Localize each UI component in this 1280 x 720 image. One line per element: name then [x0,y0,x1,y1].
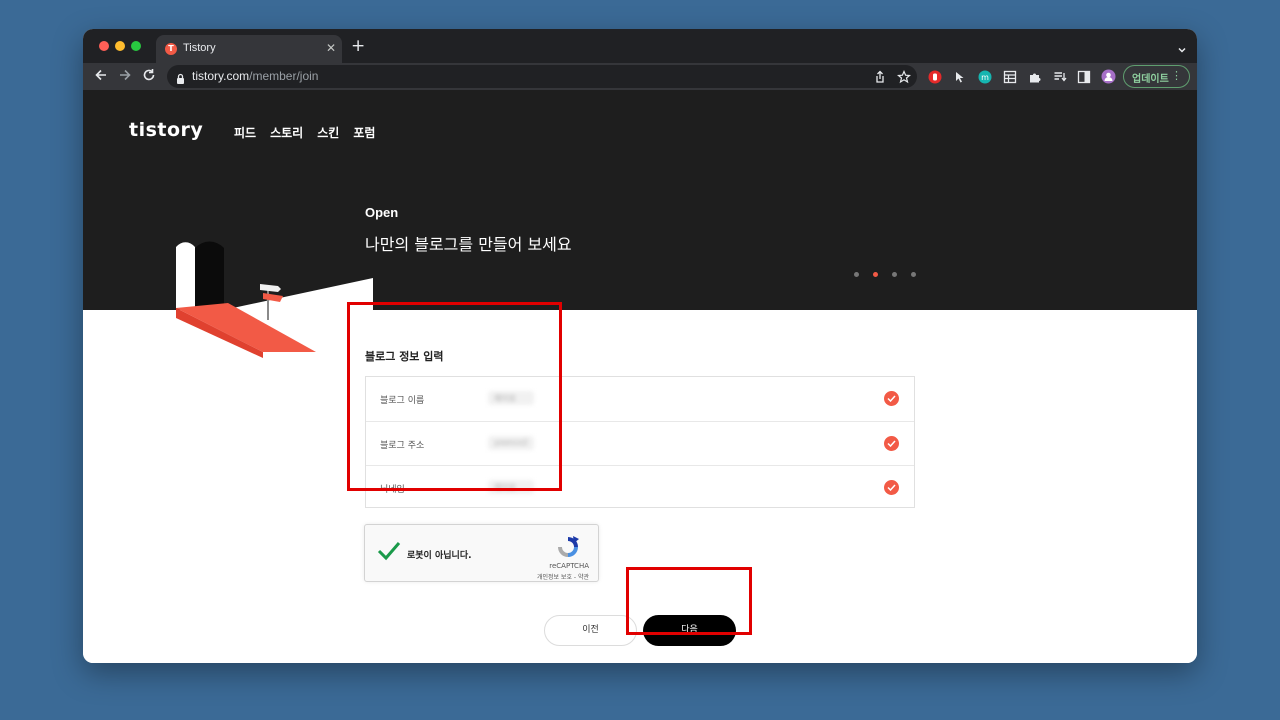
adblock-extension-icon[interactable] [928,69,942,84]
step-dot-active [873,272,878,277]
lock-icon[interactable] [176,70,185,89]
share-icon[interactable] [873,69,887,83]
table-extension-icon[interactable] [1003,69,1017,84]
chevron-down-icon[interactable] [1177,40,1187,59]
new-tab-button[interactable]: + [351,37,365,55]
m-extension-icon[interactable]: m [978,69,992,84]
profile-avatar-icon[interactable] [1101,69,1116,84]
tab-title: Tistory [183,42,216,54]
hero-subtitle: 나만의 블로그를 만들어 보세요 [365,235,572,254]
tistory-logo[interactable]: tistory [129,119,203,141]
nav-item-story[interactable]: 스토리 [270,124,303,141]
nav-item-forum[interactable]: 포럼 [353,124,375,141]
url-path: /member/join [249,69,319,83]
browser-toolbar: tistory.com/member/join m 업데이트 ⋮ [83,63,1197,90]
browser-tab[interactable]: T Tistory ✕ [156,35,342,63]
update-button[interactable]: 업데이트 ⋮ [1123,65,1190,88]
url-text: tistory.com/member/join [192,69,318,83]
reload-button[interactable] [140,68,157,85]
bookmark-star-icon[interactable] [896,69,912,84]
step-dot [892,272,897,277]
nav-item-skin[interactable]: 스킨 [317,124,339,141]
step-dot [911,272,916,277]
captcha-label: 로봇이 아닙니다. [407,551,472,561]
tab-strip: T Tistory ✕ + [83,29,1197,63]
url-host: tistory.com [192,69,250,83]
recaptcha-widget[interactable]: 로봇이 아닙니다. reCAPTCHA 개인정보 보호 - 약관 [364,524,599,582]
check-icon [884,480,899,495]
back-button[interactable] [92,68,109,85]
check-icon [884,436,899,451]
maximize-window-button[interactable] [131,41,141,51]
recaptcha-logo-icon [555,534,581,564]
site-nav: 피드 스토리 스킨 포럼 [234,124,375,141]
extensions-puzzle-icon[interactable] [1028,69,1042,83]
check-icon [884,391,899,406]
highlight-box-next [626,567,752,635]
side-panel-icon[interactable] [1077,69,1091,84]
step-indicator [854,272,916,277]
minimize-window-button[interactable] [115,41,125,51]
address-bar[interactable]: tistory.com/member/join [167,65,917,88]
recaptcha-brand: reCAPTCHA [549,562,589,570]
cursor-extension-icon[interactable] [953,69,967,83]
highlight-box-form [347,302,562,491]
tab-close-icon[interactable]: ✕ [326,41,336,55]
update-button-label: 업데이트 [1132,74,1169,85]
step-dot [854,272,859,277]
recaptcha-links[interactable]: 개인정보 보호 - 약관 [537,572,589,581]
nav-item-feed[interactable]: 피드 [234,124,256,141]
more-menu-icon[interactable]: ⋮ [1171,69,1182,82]
prev-button[interactable]: 이전 [544,615,637,646]
captcha-checkmark-icon[interactable] [377,541,401,565]
svg-text:m: m [981,73,989,82]
forward-button[interactable] [116,68,133,85]
hero-title: Open [365,205,399,220]
tistory-favicon-icon: T [165,43,177,55]
close-window-button[interactable] [99,41,109,51]
reading-list-icon[interactable] [1053,69,1067,83]
